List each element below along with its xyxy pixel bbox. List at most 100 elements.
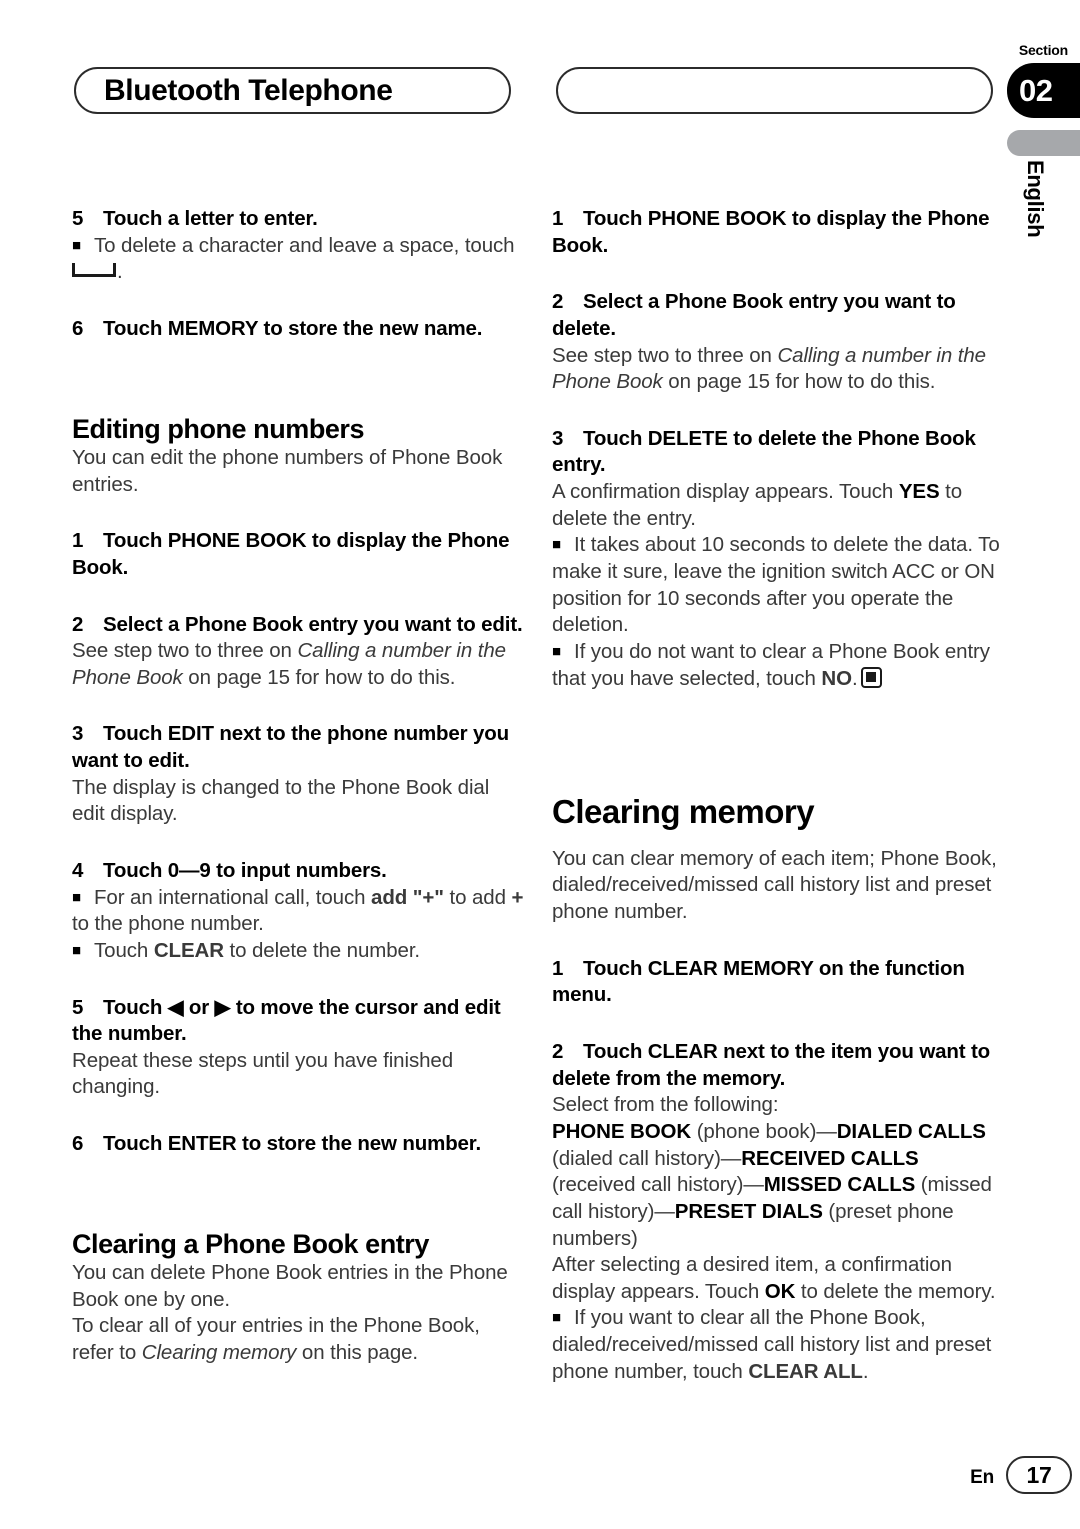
step-text: Touch ENTER to store the new number. [103, 1132, 482, 1156]
step-number: 1 [72, 529, 84, 553]
footer-language-code: En [970, 1467, 994, 1488]
section-label: Section [1018, 42, 1068, 58]
bullet-square-icon: ■ [72, 888, 81, 906]
step-number: 4 [72, 859, 84, 882]
note-see-step-two-three: See step two to three on Calling a numbe… [552, 343, 1004, 396]
bullet-square-icon: ■ [552, 1309, 561, 1327]
page-footer: En 17 [0, 1439, 1080, 1529]
step-select-entry-delete: 2 Select a Phone Book entry you want to d… [552, 289, 1004, 342]
heading-clearing-phone-book-entry: Clearing a Phone Book entry [72, 1228, 429, 1259]
note-display-changed: The display is changed to the Phone Book… [72, 775, 490, 826]
bullet-clear-all: ■ If you want to clear all the Phone Book… [552, 1305, 1004, 1385]
select-from-following-label: Select from the following: [552, 1093, 779, 1117]
clearing-entry-paragraph-1: You can delete Phone Book entries in the… [72, 1261, 508, 1311]
language-tab-bar [1007, 130, 1080, 156]
bullet-part-b: to add [443, 885, 512, 909]
language-tab-label: English [1023, 160, 1048, 238]
note-repeat-steps: Repeat these steps until you have finish… [72, 1048, 453, 1099]
bullet-part-b: to delete the number. [223, 938, 421, 962]
footer-page-number: 17 [1006, 1456, 1072, 1494]
clear-memory-options-list: PHONE BOOK (phone book)—DIALED CALLS (di… [552, 1119, 1004, 1252]
para-part-b: on this page. [296, 1341, 419, 1365]
step-text: Touch CLEAR MEMORY on the function menu. [552, 956, 965, 1007]
left-column: 5 Touch a letter to enter. ■ To delete a c… [72, 206, 524, 1367]
step-touch-enter: 6 Touch ENTER to store the new number. [72, 1131, 524, 1158]
bullet-part-a: If you do not want to clear a Phone Book… [552, 639, 990, 690]
plus-symbol: + [511, 885, 524, 909]
bullet-square-icon: ■ [552, 536, 561, 554]
heading-editing-phone-numbers: Editing phone numbers [72, 413, 365, 444]
bullet-ten-seconds: ■ It takes about 10 seconds to delete the… [552, 532, 1004, 639]
step-number: 2 [72, 612, 84, 636]
step-text: Touch ◀ or ▶ to move the cursor and edit… [72, 995, 501, 1046]
bullet-part-b: . [862, 1359, 869, 1383]
step-touch-phone-book: 1 Touch PHONE BOOK to display the Phone B… [72, 528, 524, 581]
space-bar-icon [72, 263, 116, 278]
clear-memory-option-description: (received call history)— [552, 1173, 764, 1197]
step-text: Touch PHONE BOOK to display the Phone Bo… [552, 207, 990, 257]
clear-memory-option-label: PRESET DIALS [674, 1199, 823, 1223]
clear-memory-option-label: DIALED CALLS [836, 1119, 986, 1143]
bullet-touch-clear: ■ Touch CLEAR to delete the number. [72, 938, 524, 965]
clearing-entry-paragraph-2: To clear all of your entries in the Phon… [72, 1313, 524, 1366]
header-pill-empty [556, 67, 993, 114]
step-touch-letter: 5 Touch a letter to enter. [72, 206, 524, 233]
bullet-touch-no: ■ If you do not want to clear a Phone Boo… [552, 639, 1004, 692]
button-yes: YES [898, 480, 940, 504]
bullet-text: It takes about 10 seconds to delete the … [552, 533, 1000, 637]
page-title: Bluetooth Telephone [104, 73, 393, 107]
step-touch-clear-item: 2 Touch CLEAR next to the item you want t… [552, 1039, 1004, 1092]
clear-memory-option-label: RECEIVED CALLS [741, 1146, 919, 1170]
step-number: 6 [72, 316, 84, 340]
bullet-part-a: For an international call, touch [94, 885, 372, 909]
page-header: Bluetooth Telephone Section 02 English [0, 0, 1080, 237]
step-number: 1 [552, 207, 564, 230]
step-text: Touch CLEAR next to the item you want to… [552, 1040, 991, 1090]
right-column: 1 Touch PHONE BOOK to display the Phone B… [552, 206, 1004, 1385]
step-text: Touch EDIT next to the phone number you … [72, 722, 510, 773]
step-move-cursor: 5 Touch ◀ or ▶ to move the cursor and edi… [72, 995, 524, 1048]
cross-reference-clearing-memory: Clearing memory [141, 1341, 297, 1365]
clear-memory-option-label: MISSED CALLS [763, 1173, 916, 1197]
note-see-step-two-three: See step two to three on Calling a numbe… [72, 638, 524, 691]
note-part-b: on page 15 for how to do this. [182, 665, 456, 689]
step-text: Select a Phone Book entry you want to ed… [103, 612, 523, 636]
intro-editing-phone-numbers: You can edit the phone numbers of Phone … [72, 445, 503, 496]
step-touch-0-9: 4 Touch 0—9 to input numbers. [72, 858, 524, 885]
step-number: 3 [72, 722, 84, 746]
step-touch-edit: 3 Touch EDIT next to the phone number you… [72, 721, 524, 774]
step-number: 2 [552, 1040, 564, 1064]
bullet-part-c: to the phone number. [72, 912, 264, 936]
note-after-selecting: After selecting a desired item, a confir… [552, 1252, 1004, 1305]
end-of-section-marker-icon [860, 666, 882, 688]
step-number: 5 [72, 995, 84, 1019]
intro-clearing-memory: You can clear memory of each item; Phone… [552, 846, 997, 924]
step-number: 3 [552, 426, 564, 450]
bullet-text-before: To delete a character and leave a space,… [94, 233, 515, 257]
bullet-square-icon: ■ [552, 642, 561, 660]
bullet-text-after: . [117, 260, 123, 284]
chapter-title-pill: Bluetooth Telephone [74, 67, 511, 114]
bullet-international-call: ■ For an international call, touch add "+… [72, 885, 524, 938]
step-number: 2 [552, 290, 564, 314]
step-text: Select a Phone Book entry you want to de… [552, 290, 956, 340]
bullet-delete-character: ■ To delete a character and leave a space… [72, 233, 524, 286]
bullet-part-a: Touch [94, 938, 154, 962]
clear-memory-option-description: (phone book)— [691, 1119, 837, 1143]
button-ok: OK [764, 1279, 796, 1303]
step-text: Touch 0—9 to input numbers. [103, 859, 387, 882]
button-add-plus: add "+" [371, 885, 444, 909]
